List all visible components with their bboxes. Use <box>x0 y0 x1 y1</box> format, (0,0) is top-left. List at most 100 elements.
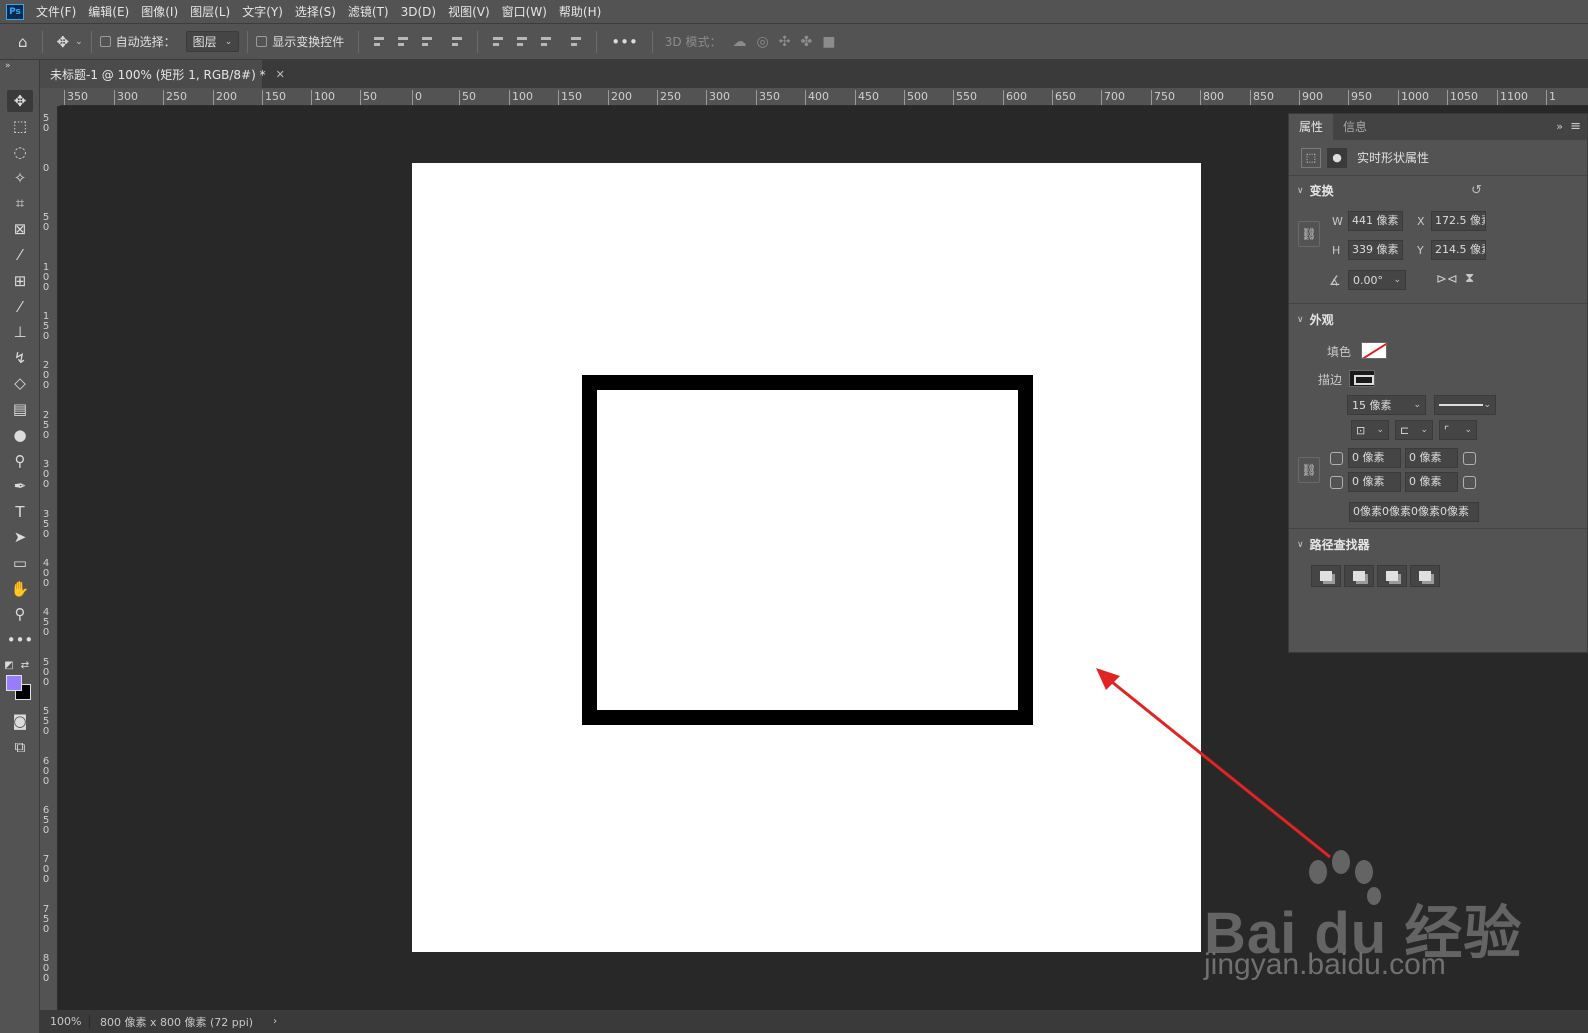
close-icon[interactable]: ✕ <box>276 68 285 81</box>
panel-menu-icon[interactable]: ≡ <box>1570 119 1581 134</box>
eraser-tool-icon[interactable]: ◇ <box>7 372 33 394</box>
height-field[interactable]: 339 像素 <box>1348 240 1403 260</box>
edit-toolbar-icon[interactable]: ••• <box>7 629 34 651</box>
link-corners-icon[interactable]: ⛓ <box>1298 457 1320 483</box>
stroke-align-dropdown[interactable]: ⊡ ⌄ <box>1351 420 1389 440</box>
history-brush-tool-icon[interactable]: ↯ <box>7 347 33 369</box>
link-dimensions-icon[interactable]: ⛓ <box>1298 221 1320 247</box>
x-field[interactable]: 172.5 像素 <box>1431 211 1486 231</box>
path-selection-tool-icon[interactable]: ➤ <box>7 526 33 548</box>
menu-edit[interactable]: 编辑(E) <box>82 0 135 24</box>
rectangle-shape[interactable] <box>582 375 1033 725</box>
distribute-h-icon[interactable] <box>568 34 584 50</box>
healing-brush-tool-icon[interactable]: ⊞ <box>7 270 33 292</box>
zoom-tool-icon[interactable]: ⚲ <box>7 603 33 625</box>
menu-file[interactable]: 文件(F) <box>30 0 82 24</box>
menu-image[interactable]: 图像(I) <box>135 0 184 24</box>
tab-properties[interactable]: 属性 <box>1289 114 1334 140</box>
brush-tool-icon[interactable]: ⁄ <box>7 296 33 318</box>
home-icon[interactable]: ⌂ <box>18 33 28 51</box>
exclude-overlap-button[interactable] <box>1410 565 1440 587</box>
flip-vertical-icon[interactable]: ⧗ <box>1465 271 1474 286</box>
corner-bl-field[interactable]: 0 像素 <box>1348 472 1401 492</box>
menu-filter[interactable]: 滤镜(T) <box>342 0 395 24</box>
ruler-origin[interactable] <box>40 88 60 106</box>
subtract-front-button[interactable] <box>1344 565 1374 587</box>
type-tool-icon[interactable]: T <box>7 501 33 523</box>
lasso-tool-icon[interactable]: ◌ <box>7 141 33 163</box>
menu-3d[interactable]: 3D(D) <box>395 0 442 24</box>
stroke-corners-dropdown[interactable]: ⌜ ⌄ <box>1439 420 1477 440</box>
corner-tr-field[interactable]: 0 像素 <box>1405 448 1458 468</box>
rectangle-tool-icon[interactable]: ▭ <box>7 552 33 574</box>
hand-tool-icon[interactable]: ✋ <box>7 578 33 600</box>
vertical-ruler[interactable]: 50 0 50 100 150 200 250 300 350 400 450 … <box>40 106 58 1010</box>
fill-color-swatch[interactable] <box>1361 342 1387 359</box>
auto-select-checkbox[interactable] <box>99 36 111 47</box>
tab-info[interactable]: 信息 <box>1333 114 1377 140</box>
foreground-color-swatch[interactable] <box>6 675 22 691</box>
swap-colors-icon[interactable]: ⇄ <box>18 654 32 676</box>
show-transform-checkbox[interactable] <box>256 36 268 47</box>
video-3d-icon[interactable]: ■ <box>822 34 835 50</box>
corner-tl-field[interactable]: 0 像素 <box>1348 448 1401 468</box>
angle-field[interactable]: 0.00° ⌄ <box>1348 270 1406 290</box>
stroke-width-field[interactable]: 15 像素 ⌄ <box>1347 395 1426 415</box>
quick-mask-icon[interactable]: ◙ <box>7 710 33 732</box>
distribute-v-icon[interactable] <box>449 34 465 50</box>
screen-mode-icon[interactable]: ⧉ <box>7 736 33 758</box>
default-colors-icon[interactable]: ◩ <box>2 654 16 676</box>
blur-tool-icon[interactable]: ● <box>7 424 33 446</box>
align-top-icon[interactable] <box>490 34 506 50</box>
align-bottom-icon[interactable] <box>538 34 554 50</box>
chevron-right-icon[interactable]: › <box>273 1016 277 1027</box>
pathfinder-section-header[interactable]: ∨ 路径查找器 <box>1297 536 1370 553</box>
align-center-h-icon[interactable] <box>395 34 411 50</box>
align-middle-icon[interactable] <box>514 34 530 50</box>
reset-icon[interactable]: ↺ <box>1471 183 1482 198</box>
collapse-panel-icon[interactable]: » <box>1556 120 1563 133</box>
pen-tool-icon[interactable]: ✒ <box>7 475 33 497</box>
dodge-tool-icon[interactable]: ⚲ <box>7 450 33 472</box>
appearance-section-header[interactable]: ∨ 外观 <box>1297 311 1334 328</box>
menu-layer[interactable]: 图层(L) <box>184 0 236 24</box>
orbit-3d-icon[interactable]: ☁ <box>733 34 747 50</box>
collapse-icon[interactable]: » <box>5 61 11 71</box>
menu-select[interactable]: 选择(S) <box>289 0 342 24</box>
mask-properties-icon[interactable]: ● <box>1327 147 1347 168</box>
menu-help[interactable]: 帮助(H) <box>553 0 607 24</box>
stamp-tool-icon[interactable]: ⊥ <box>7 321 33 343</box>
menu-type[interactable]: 文字(Y) <box>236 0 289 24</box>
roll-3d-icon[interactable]: ◎ <box>757 34 769 50</box>
y-field[interactable]: 214.5 像素 <box>1431 240 1486 260</box>
corners-summary-field[interactable]: 0像素0像素0像素0像素 <box>1349 502 1479 522</box>
stroke-caps-dropdown[interactable]: ⊏ ⌄ <box>1395 420 1433 440</box>
document-tab[interactable]: 未标题-1 @ 100% (矩形 1, RGB/8#) * ✕ <box>40 60 285 88</box>
align-left-icon[interactable] <box>371 34 387 50</box>
horizontal-ruler[interactable]: 350 300 250 200 150 100 50 0 50 100 150 … <box>60 88 1588 106</box>
align-right-icon[interactable] <box>419 34 435 50</box>
corner-br-field[interactable]: 0 像素 <box>1405 472 1458 492</box>
crop-tool-icon[interactable]: ⌗ <box>7 192 33 214</box>
menu-view[interactable]: 视图(V) <box>442 0 496 24</box>
gradient-tool-icon[interactable]: ▤ <box>7 398 33 420</box>
transform-section-header[interactable]: ∨ 变换 <box>1297 182 1334 199</box>
flip-horizontal-icon[interactable]: ⊳⊲ <box>1436 272 1458 287</box>
slide-3d-icon[interactable]: ✤ <box>800 34 812 50</box>
combine-shapes-button[interactable] <box>1311 565 1341 587</box>
stroke-type-dropdown[interactable]: ⌄ <box>1434 395 1496 415</box>
magic-wand-tool-icon[interactable]: ✧ <box>7 167 33 189</box>
auto-select-dropdown[interactable]: 图层 ⌄ <box>185 31 240 52</box>
width-field[interactable]: 441 像素 <box>1348 211 1403 231</box>
zoom-level[interactable]: 100% <box>40 1015 90 1028</box>
marquee-tool-icon[interactable]: ⬚ <box>7 115 33 137</box>
shape-properties-icon[interactable]: ⬚ <box>1301 147 1321 168</box>
more-options-icon[interactable]: ••• <box>611 33 638 51</box>
move-tool-icon[interactable]: ✥ <box>57 33 70 51</box>
intersect-shapes-button[interactable] <box>1377 565 1407 587</box>
frame-tool-icon[interactable]: ⊠ <box>7 218 33 240</box>
eyedropper-tool-icon[interactable]: ⁄ <box>7 244 33 266</box>
chevron-down-icon[interactable]: ⌄ <box>75 37 83 47</box>
stroke-color-swatch[interactable] <box>1349 370 1375 387</box>
pan-3d-icon[interactable]: ✣ <box>779 34 791 50</box>
